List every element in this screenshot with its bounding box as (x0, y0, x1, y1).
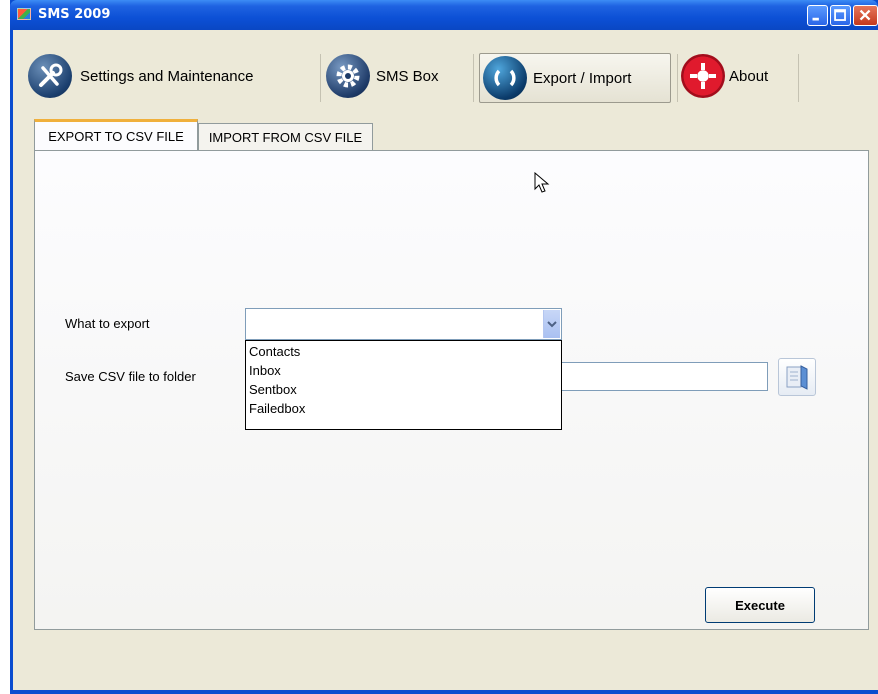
title-bar[interactable]: SMS 2009 (10, 0, 878, 30)
minimize-icon (812, 17, 819, 21)
tab-control: EXPORT TO CSV FILE IMPORT FROM CSV FILE … (34, 119, 869, 630)
dropdown-option-contacts[interactable]: Contacts (246, 341, 561, 362)
maximize-button[interactable] (830, 5, 851, 26)
lifebuoy-icon (681, 54, 725, 98)
export-options-dropdown[interactable]: Contacts Inbox Sentbox Failedbox (245, 340, 562, 430)
combo-dropdown-button[interactable] (543, 310, 560, 338)
toolbar-label: Export / Import (533, 69, 632, 87)
what-to-export-combo[interactable] (245, 308, 562, 340)
refresh-icon (483, 56, 527, 100)
close-button[interactable] (853, 5, 878, 26)
chevron-down-icon (547, 321, 557, 328)
toolbar-smsbox-button[interactable]: SMS Box (326, 51, 468, 101)
export-panel: What to export Contacts Inbox Sentbox Fa… (34, 150, 869, 630)
tools-icon (28, 54, 72, 98)
dropdown-option-failedbox[interactable]: Failedbox (246, 398, 561, 419)
what-to-export-label: What to export (65, 316, 150, 331)
browse-folder-button[interactable] (778, 358, 816, 396)
save-folder-input[interactable] (562, 362, 768, 391)
tab-export-csv[interactable]: EXPORT TO CSV FILE (34, 119, 198, 150)
tab-import-csv[interactable]: IMPORT FROM CSV FILE (198, 123, 373, 150)
folder-browse-icon (786, 365, 808, 390)
tab-label: IMPORT FROM CSV FILE (208, 129, 363, 145)
toolbar-separator (320, 54, 321, 102)
toolbar-export-import-button[interactable]: Export / Import (479, 53, 671, 103)
dropdown-option-inbox[interactable]: Inbox (246, 360, 561, 381)
dropdown-option-sentbox[interactable]: Sentbox (246, 379, 561, 400)
toolbar-separator (798, 54, 799, 102)
maximize-icon (834, 9, 846, 21)
toolbar-about-button[interactable]: About (681, 51, 791, 101)
toolbar-label: Settings and Maintenance (80, 67, 254, 85)
toolbar-label: SMS Box (376, 67, 439, 85)
minimize-button[interactable] (807, 5, 828, 26)
execute-button[interactable]: Execute (705, 587, 815, 623)
app-window: SMS 2009 Settings and Maintenance SMS Bo… (10, 0, 878, 694)
window-title: SMS 2009 (38, 7, 111, 22)
tab-label: EXPORT TO CSV FILE (48, 128, 184, 144)
mouse-cursor-icon (534, 172, 550, 193)
close-icon (859, 9, 871, 21)
toolbar-separator (473, 54, 474, 102)
gear-icon (326, 54, 370, 98)
toolbar-settings-button[interactable]: Settings and Maintenance (28, 51, 320, 101)
toolbar-label: About (729, 67, 769, 85)
toolbar-separator (677, 54, 678, 102)
save-folder-label: Save CSV file to folder (65, 369, 196, 384)
app-icon (17, 8, 31, 20)
